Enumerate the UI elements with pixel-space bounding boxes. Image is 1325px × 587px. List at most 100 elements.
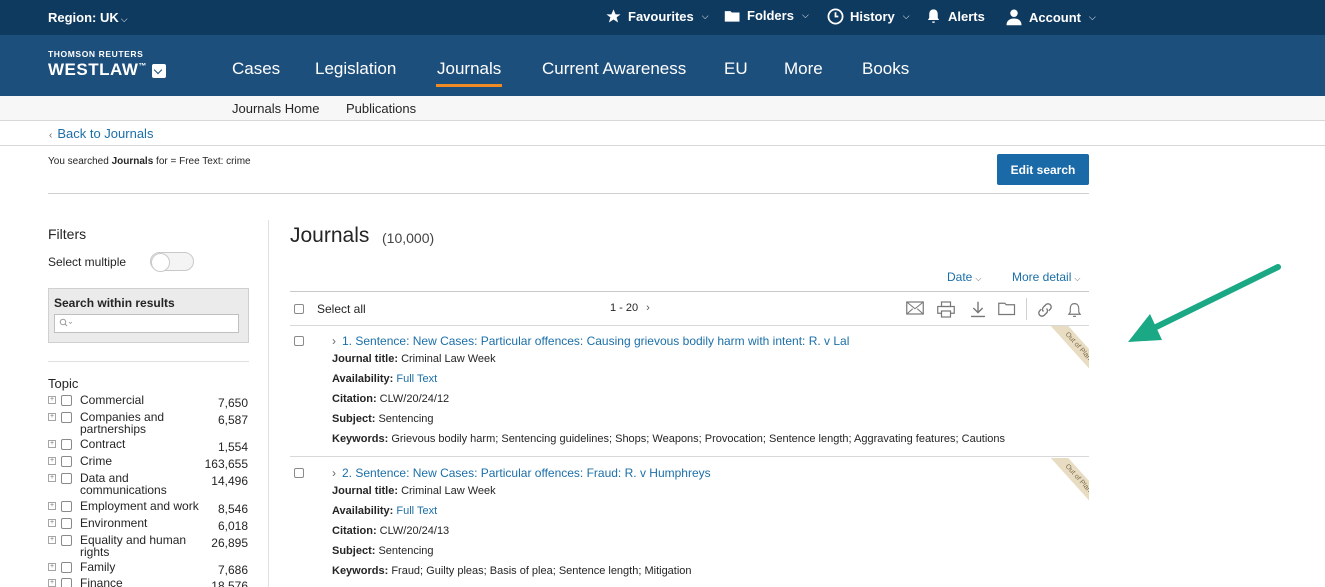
topic-count: 6,587 (217, 413, 248, 427)
topic-label[interactable]: Crime (80, 455, 198, 467)
journal-title-field: Journal title: Criminal Law Week (332, 485, 496, 497)
bell-icon (927, 9, 940, 23)
nav-current-awareness[interactable]: Current Awareness (542, 59, 686, 79)
topic-label[interactable]: Finance (80, 577, 198, 587)
expand-icon[interactable]: + (48, 413, 56, 421)
topic-checkbox[interactable] (61, 395, 72, 406)
availability-field: Availability: Full Text (332, 373, 438, 385)
account-menu[interactable]: Account ⌵ (1005, 8, 1096, 26)
subject-field: Subject: Sentencing (332, 545, 434, 557)
result-item: › 1. Sentence: New Cases: Particular offe… (290, 326, 1089, 456)
annotation-arrow (1128, 264, 1281, 342)
topic-checkbox[interactable] (61, 562, 72, 573)
topic-label[interactable]: Commercial (80, 394, 198, 406)
search-icon (59, 318, 73, 327)
expand-icon[interactable]: + (48, 579, 56, 587)
topic-label[interactable]: Contract (80, 438, 198, 450)
nav-more[interactable]: More (784, 59, 823, 79)
star-icon (606, 9, 621, 23)
expand-icon[interactable]: + (48, 563, 56, 571)
topic-label[interactable]: Data and communications (80, 472, 198, 496)
full-text-link[interactable]: Full Text (396, 373, 437, 385)
topic-count: 26,895 (211, 536, 248, 550)
search-summary: You searched Journals for = Free Text: c… (48, 156, 251, 167)
result-title-link[interactable]: › 2. Sentence: New Cases: Particular offe… (332, 466, 711, 480)
results-toolbar: Select all 1 - 20 › (290, 291, 1089, 326)
topic-checkbox[interactable] (61, 456, 72, 467)
download-icon[interactable] (970, 301, 986, 318)
subnav-publications[interactable]: Publications (346, 101, 416, 116)
topic-label[interactable]: Family (80, 561, 198, 573)
email-icon[interactable] (906, 301, 924, 315)
expand-icon[interactable]: + (48, 474, 56, 482)
select-all-checkbox[interactable] (294, 304, 304, 314)
column-divider (268, 220, 269, 587)
topic-count: 7,686 (217, 563, 248, 577)
topic-checkbox[interactable] (61, 473, 72, 484)
expand-icon[interactable]: + (48, 396, 56, 404)
subnav-journals-home[interactable]: Journals Home (232, 101, 319, 116)
nav-books[interactable]: Books (862, 59, 909, 79)
topic-label[interactable]: Companies and partnerships (80, 411, 198, 435)
search-within-results: Search within results (48, 288, 249, 343)
region-selector[interactable]: Region: UK ⌵ (48, 10, 128, 25)
results-count: (10,000) (382, 230, 435, 246)
topic-checkbox[interactable] (61, 412, 72, 423)
chevron-down-icon: ⌵ (120, 14, 128, 24)
search-within-input[interactable] (54, 314, 239, 333)
edit-search-button[interactable]: Edit search (997, 154, 1089, 185)
nav-journals[interactable]: Journals (435, 59, 503, 87)
topic-checkbox[interactable] (61, 535, 72, 546)
full-text-link[interactable]: Full Text (396, 505, 437, 517)
expand-icon[interactable]: + (48, 519, 56, 527)
chevron-down-icon: ⌵ (975, 274, 982, 283)
chevron-right-icon[interactable]: › (332, 466, 336, 480)
back-link[interactable]: ‹ Back to Journals (49, 126, 153, 141)
expand-icon[interactable]: + (48, 536, 56, 544)
favourites-menu[interactable]: Favourites ⌵ (605, 8, 709, 25)
history-menu[interactable]: History ⌵ (827, 8, 910, 25)
topic-checkbox[interactable] (61, 578, 72, 587)
print-icon[interactable] (937, 301, 955, 318)
nav-legislation[interactable]: Legislation (315, 59, 396, 79)
topic-label[interactable]: Equality and human rights (80, 534, 198, 558)
sort-dropdown[interactable]: Date ⌵ (947, 270, 981, 284)
select-multiple-label: Select multiple (48, 255, 127, 269)
product-switcher-button[interactable] (152, 64, 166, 78)
result-title-link[interactable]: › 1. Sentence: New Cases: Particular offe… (332, 334, 849, 348)
result-checkbox[interactable] (294, 468, 304, 478)
result-checkbox[interactable] (294, 336, 304, 346)
topic-checkbox[interactable] (61, 439, 72, 450)
folders-menu[interactable]: Folders ⌵ (724, 8, 809, 23)
topic-label[interactable]: Environment (80, 517, 198, 529)
chevron-right-icon[interactable]: › (332, 334, 336, 348)
next-page-icon[interactable]: › (646, 302, 650, 314)
topic-count: 8,546 (217, 502, 248, 516)
result-item: › 2. Sentence: New Cases: Particular offe… (290, 458, 1089, 587)
link-icon[interactable] (1036, 301, 1054, 319)
back-bar: ‹ Back to Journals (0, 121, 1325, 146)
alerts-menu[interactable]: Alerts (925, 8, 985, 25)
expand-icon[interactable]: + (48, 440, 56, 448)
filters-title: Filters (48, 226, 87, 242)
brand-company: THOMSON REUTERS (48, 49, 144, 59)
nav-cases[interactable]: Cases (232, 59, 280, 79)
select-all-label[interactable]: Select all (317, 302, 366, 316)
clock-icon (827, 8, 844, 25)
citation-field: Citation: CLW/20/24/12 (332, 393, 450, 405)
divider (48, 361, 249, 362)
expand-icon[interactable]: + (48, 502, 56, 510)
topic-title: Topic (48, 376, 79, 391)
topic-checkbox[interactable] (61, 518, 72, 529)
select-multiple-toggle[interactable] (150, 252, 194, 272)
chevron-down-icon: ⌵ (902, 11, 910, 21)
topic-label[interactable]: Employment and work (80, 500, 210, 512)
topic-checkbox[interactable] (61, 501, 72, 512)
folder-icon[interactable] (998, 301, 1016, 316)
nav-eu[interactable]: EU (724, 59, 748, 79)
search-within-label: Search within results (54, 296, 175, 310)
expand-icon[interactable]: + (48, 457, 56, 465)
detail-level-dropdown[interactable]: More detail ⌵ (1012, 270, 1080, 284)
brand-logo[interactable]: WESTLAW™ (48, 60, 147, 80)
bell-icon[interactable] (1066, 301, 1083, 319)
